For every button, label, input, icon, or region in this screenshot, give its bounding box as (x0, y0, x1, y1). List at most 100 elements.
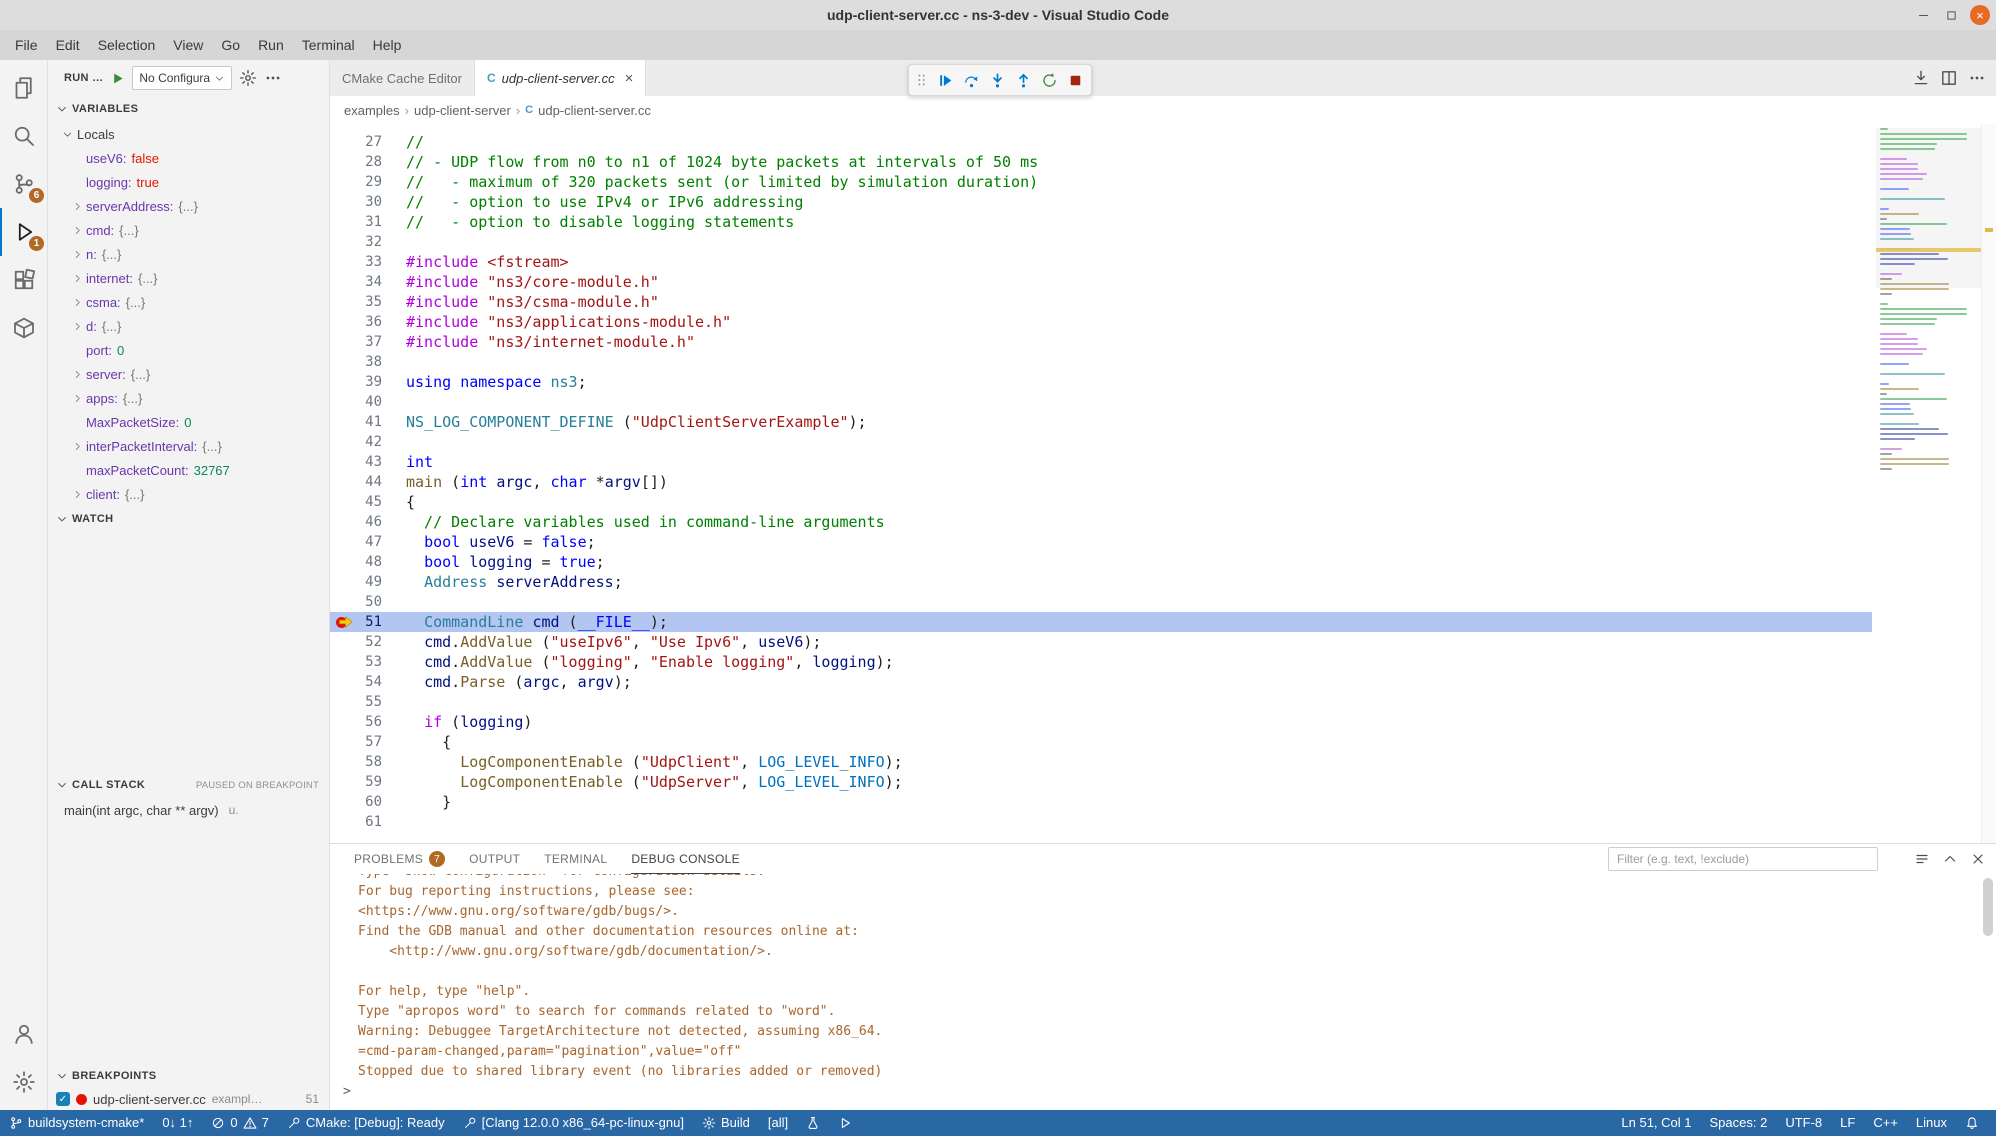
line-number[interactable]: 36 (330, 312, 382, 332)
grip-icon[interactable] (915, 71, 929, 89)
variables-section-header[interactable]: VARIABLES (48, 96, 329, 122)
status-cmake-launch[interactable] (829, 1110, 861, 1136)
line-number[interactable]: 42 (330, 432, 382, 452)
code-line-51[interactable]: 51 CommandLine cmd (__FILE__); (330, 612, 1872, 632)
chevron-right-icon[interactable] (72, 393, 83, 404)
chevron-right-icon[interactable] (72, 369, 83, 380)
code-line-52[interactable]: 52 cmd.AddValue ("useIpv6", "Use Ipv6", … (330, 632, 1872, 652)
line-number[interactable]: 29 (330, 172, 382, 192)
tab-cmake-cache-editor[interactable]: CMake Cache Editor (330, 60, 475, 96)
status-cmake-target[interactable]: [all] (759, 1110, 797, 1136)
code-line-50[interactable]: 50 (330, 592, 1872, 612)
status-cmake-kit[interactable]: buildsystem-cmake* (0, 1110, 153, 1136)
chevron-right-icon[interactable] (72, 297, 83, 308)
gear-icon[interactable] (239, 69, 257, 87)
console-scrollbar[interactable] (1983, 878, 1993, 936)
line-number[interactable]: 40 (330, 392, 382, 412)
console-prompt-row[interactable]: > (330, 1082, 1996, 1102)
chevron-right-icon[interactable] (72, 441, 83, 452)
watch-section-header[interactable]: WATCH (48, 506, 329, 532)
breadcrumb-file[interactable]: udp-client-server.cc (538, 103, 651, 118)
variable-row-useV6[interactable]: useV6:false (48, 146, 329, 170)
code-line-39[interactable]: 39using namespace ns3; (330, 372, 1872, 392)
line-number[interactable]: 28 (330, 152, 382, 172)
line-number[interactable]: 52 (330, 632, 382, 652)
close-window-icon[interactable]: × (1970, 5, 1990, 25)
line-number[interactable]: 46 (330, 512, 382, 532)
breadcrumb-udp-client-server[interactable]: udp-client-server (414, 103, 511, 118)
console-filter-input[interactable] (1608, 847, 1878, 871)
status-cmake-toolkit[interactable]: [Clang 12.0.0 x86_64-pc-linux-gnu] (454, 1110, 693, 1136)
line-number[interactable]: 56 (330, 712, 382, 732)
line-number[interactable]: 35 (330, 292, 382, 312)
scope-row-locals[interactable]: Locals (48, 122, 329, 146)
status-git-sync[interactable]: 0↓ 1↑ (153, 1110, 202, 1136)
menu-run[interactable]: Run (249, 30, 293, 60)
menu-terminal[interactable]: Terminal (293, 30, 364, 60)
code-line-58[interactable]: 58 LogComponentEnable ("UdpClient", LOG_… (330, 752, 1872, 772)
breakpoint-checkbox[interactable]: ✓ (56, 1092, 70, 1106)
code-line-45[interactable]: 45{ (330, 492, 1872, 512)
menu-view[interactable]: View (164, 30, 212, 60)
status-ctest[interactable] (797, 1110, 829, 1136)
variable-row-client[interactable]: client:{...} (48, 482, 329, 506)
code-line-42[interactable]: 42 (330, 432, 1872, 452)
maximize-icon[interactable] (1942, 6, 1960, 24)
chevron-right-icon[interactable] (72, 273, 83, 284)
line-number[interactable]: 55 (330, 692, 382, 712)
code-area[interactable]: 27//28// - UDP flow from n0 to n1 of 102… (330, 124, 1872, 843)
activity-account[interactable] (0, 1010, 48, 1058)
line-number[interactable]: 41 (330, 412, 382, 432)
code-line-38[interactable]: 38 (330, 352, 1872, 372)
more-icon[interactable] (1968, 69, 1986, 87)
variable-row-d[interactable]: d:{...} (48, 314, 329, 338)
variable-row-serverAddress[interactable]: serverAddress:{...} (48, 194, 329, 218)
code-line-43[interactable]: 43int (330, 452, 1872, 472)
menu-selection[interactable]: Selection (89, 30, 165, 60)
more-actions-icon[interactable] (264, 69, 282, 87)
chevron-right-icon[interactable] (72, 225, 83, 236)
status-os[interactable]: Linux (1907, 1110, 1956, 1136)
tab-debug-console[interactable]: DEBUG CONSOLE (631, 844, 740, 874)
start-debugging-icon[interactable] (110, 71, 125, 86)
activity-extensions[interactable] (0, 256, 48, 304)
line-number[interactable]: 59 (330, 772, 382, 792)
call-stack-section-header[interactable]: CALL STACK PAUSED ON BREAKPOINT (48, 772, 329, 798)
line-number[interactable]: 50 (330, 592, 382, 612)
line-number[interactable]: 47 (330, 532, 382, 552)
variable-row-n[interactable]: n:{...} (48, 242, 329, 266)
status-eol[interactable]: LF (1831, 1110, 1864, 1136)
code-line-37[interactable]: 37#include "ns3/internet-module.h" (330, 332, 1872, 352)
console-output[interactable]: Type "show configuration" for configurat… (330, 874, 1996, 1082)
line-number[interactable]: 57 (330, 732, 382, 752)
menu-file[interactable]: File (6, 30, 47, 60)
line-number[interactable]: 58 (330, 752, 382, 772)
variable-row-internet[interactable]: internet:{...} (48, 266, 329, 290)
status-cmake-build[interactable]: Build (693, 1110, 759, 1136)
debug-config-dropdown[interactable]: No Configura (132, 66, 232, 90)
code-line-49[interactable]: 49 Address serverAddress; (330, 572, 1872, 592)
breakpoints-section-header[interactable]: BREAKPOINTS (48, 1064, 329, 1088)
line-number[interactable]: 39 (330, 372, 382, 392)
code-line-28[interactable]: 28// - UDP flow from n0 to n1 of 1024 by… (330, 152, 1872, 172)
code-line-59[interactable]: 59 LogComponentEnable ("UdpServer", LOG_… (330, 772, 1872, 792)
stack-frame-row[interactable]: main(int argc, char ** argv) u. (48, 798, 329, 822)
variable-row-maxPacketCount[interactable]: maxPacketCount:32767 (48, 458, 329, 482)
status-cursor-position[interactable]: Ln 51, Col 1 (1612, 1110, 1700, 1136)
maximize-panel-icon[interactable] (1942, 851, 1958, 867)
status-problems[interactable]: 07 (202, 1110, 277, 1136)
activity-search[interactable] (0, 112, 48, 160)
breakpoint-item[interactable]: ✓ udp-client-server.cc exampl… 51 (48, 1088, 329, 1110)
continue-button[interactable] (935, 70, 955, 90)
line-number[interactable]: 37 (330, 332, 382, 352)
line-number[interactable]: 54 (330, 672, 382, 692)
activity-explorer[interactable] (0, 64, 48, 112)
code-line-48[interactable]: 48 bool logging = true; (330, 552, 1872, 572)
activity-settings[interactable] (0, 1058, 48, 1106)
status-indentation[interactable]: Spaces: 2 (1701, 1110, 1777, 1136)
line-number[interactable]: 44 (330, 472, 382, 492)
close-tab-icon[interactable]: × (625, 70, 634, 87)
tab-terminal[interactable]: TERMINAL (544, 844, 607, 874)
chevron-right-icon[interactable] (72, 489, 83, 500)
code-line-40[interactable]: 40 (330, 392, 1872, 412)
